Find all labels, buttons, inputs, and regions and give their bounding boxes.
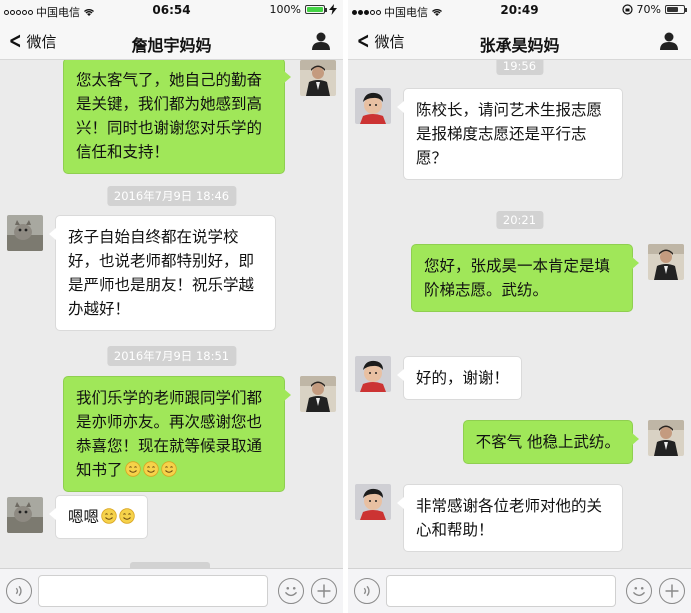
avatar[interactable]: [648, 244, 684, 280]
status-bar: 中国电信 06:54 100%: [0, 0, 343, 22]
back-button[interactable]: < 微信: [354, 28, 405, 54]
input-bar: [348, 568, 691, 613]
received-message-bubble[interactable]: 非常感谢各位老师对他的关心和帮助！: [397, 484, 623, 552]
battery-icon: [665, 5, 687, 14]
voice-button[interactable]: [6, 578, 32, 604]
timestamp: 2016年7月9日 18:46: [106, 186, 237, 206]
avatar[interactable]: [355, 356, 391, 392]
charging-icon: [329, 4, 337, 15]
message-list[interactable]: 您太客气了，她自己的勤奋是关键，我们都为她感到高兴！同时也谢谢您对乐学的信任和支…: [0, 60, 343, 568]
nav-bar: < 微信 詹旭宇妈妈: [0, 22, 343, 60]
received-message-bubble[interactable]: 陈校长，请问艺术生报志愿是报梯度志愿还是平行志愿？: [397, 88, 623, 180]
emoji-button[interactable]: [278, 578, 304, 604]
chat-title: 张承昊妈妈: [479, 36, 560, 55]
chat-title: 詹旭宇妈妈: [131, 36, 212, 55]
received-message-bubble[interactable]: 嗯嗯: [48, 495, 149, 539]
plus-button[interactable]: [659, 578, 685, 604]
avatar[interactable]: [7, 497, 43, 533]
message-row: 您太客气了，她自己的勤奋是关键，我们都为她感到高兴！同时也谢谢您对乐学的信任和支…: [0, 60, 343, 174]
input-bar: [0, 568, 343, 613]
message-row: 陈校长，请问艺术生报志愿是报梯度志愿还是平行志愿？: [348, 88, 691, 188]
avatar[interactable]: [355, 484, 391, 520]
message-input[interactable]: [386, 575, 616, 607]
message-list[interactable]: 19:56 陈校长，请问艺术生报志愿是报梯度志愿还是平行志愿？ 20:21 您好…: [348, 60, 691, 568]
emoji-icon: [284, 586, 298, 597]
avatar[interactable]: [7, 215, 43, 251]
smile-emoji-icon: [124, 461, 141, 477]
message-input[interactable]: [38, 575, 268, 607]
plus-button[interactable]: [311, 578, 337, 604]
chat-screen-left: 中国电信 06:54 100% < 微信 詹旭宇妈妈 您太客气了，她自己的勤奋是: [0, 0, 343, 613]
voice-icon: [363, 585, 370, 597]
person-icon[interactable]: [659, 31, 679, 51]
chevron-left-icon: <: [8, 28, 22, 54]
plus-icon: [317, 584, 331, 598]
avatar[interactable]: [648, 420, 684, 456]
message-row: 您好，张成昊一本肯定是填阶梯志愿。武纺。: [348, 244, 691, 339]
received-message-bubble[interactable]: 孩子自始自终都在说学校好，也说老师都特别好，即是严师也是朋友！祝乐学越办越好！: [49, 215, 276, 331]
battery-percent: 70%: [636, 3, 661, 16]
timestamp: 19:56: [495, 60, 544, 75]
avatar[interactable]: [300, 60, 336, 96]
rotation-lock-icon: [621, 4, 633, 15]
sent-message-bubble[interactable]: 您好，张成昊一本肯定是填阶梯志愿。武纺。: [411, 244, 639, 312]
battery-icon: [305, 5, 327, 14]
chevron-left-icon: <: [356, 28, 370, 54]
back-label: 微信: [374, 33, 405, 51]
message-row: 嗯嗯: [0, 495, 343, 545]
back-label: 微信: [26, 33, 57, 51]
smile-emoji-icon: [119, 508, 135, 524]
back-button[interactable]: < 微信: [6, 28, 57, 54]
voice-icon: [15, 585, 22, 597]
avatar[interactable]: [355, 88, 391, 124]
smile-emoji-icon: [101, 508, 117, 524]
chat-screen-right: 中国电信 20:49 70% < 微信 张承昊妈妈 19:56 陈校长，请问艺术…: [348, 0, 691, 613]
message-text: 嗯嗯: [68, 508, 100, 526]
status-bar: 中国电信 20:49 70%: [348, 0, 691, 22]
battery-percent: 100%: [269, 3, 301, 16]
emoji-icon: [632, 586, 646, 597]
person-icon[interactable]: [311, 31, 331, 51]
message-row: 不客气 他稳上武纺。: [348, 420, 691, 470]
nav-bar: < 微信 张承昊妈妈: [348, 22, 691, 60]
smile-emoji-icon: [142, 461, 159, 477]
emoji-button[interactable]: [626, 578, 652, 604]
plus-icon: [665, 584, 679, 598]
avatar[interactable]: [300, 376, 336, 412]
timestamp: 2016年7月9日 18:51: [106, 346, 237, 366]
voice-button[interactable]: [354, 578, 380, 604]
sent-message-bubble[interactable]: 您太客气了，她自己的勤奋是关键，我们都为她感到高兴！同时也谢谢您对乐学的信任和支…: [63, 60, 291, 174]
message-row: 好的，谢谢！: [348, 356, 691, 406]
message-row: 我们乐学的老师跟同学们都是亦师亦友。再次感谢您也恭喜您！现在就等候录取通知书了: [0, 376, 343, 492]
sent-message-bubble[interactable]: 不客气 他稳上武纺。: [462, 420, 640, 464]
message-row: 孩子自始自终都在说学校好，也说老师都特别好，即是严师也是朋友！祝乐学越办越好！: [0, 215, 343, 331]
timestamp: 20:21: [495, 211, 544, 229]
message-row: 非常感谢各位老师对他的关心和帮助！: [348, 484, 691, 564]
received-message-bubble[interactable]: 好的，谢谢！: [396, 356, 523, 400]
smile-emoji-icon: [160, 461, 177, 477]
sent-message-bubble[interactable]: 我们乐学的老师跟同学们都是亦师亦友。再次感谢您也恭喜您！现在就等候录取通知书了: [63, 376, 291, 492]
